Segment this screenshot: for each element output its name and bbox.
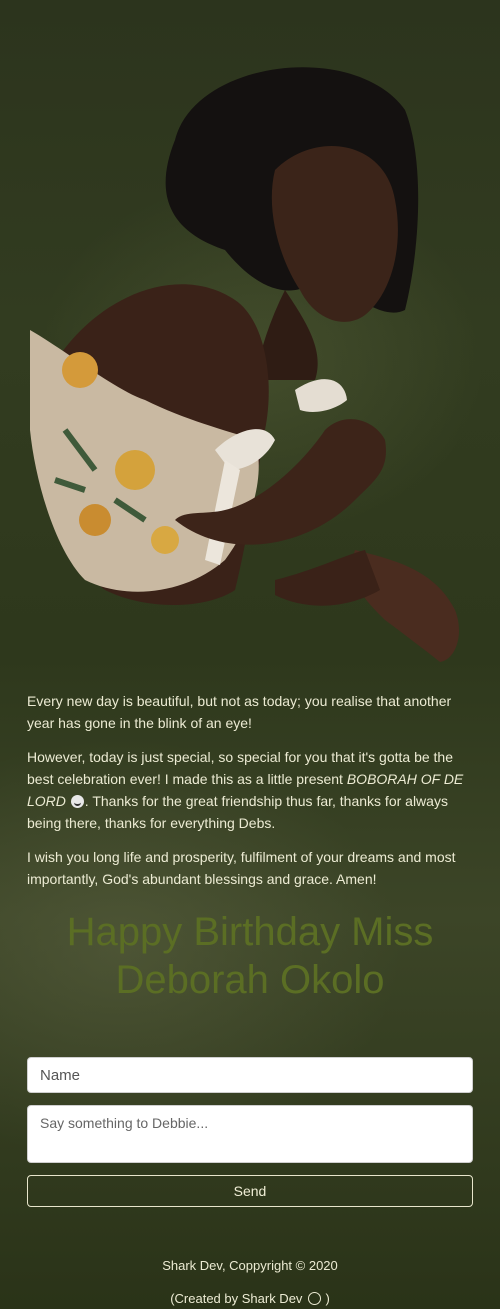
- whatsapp-icon[interactable]: [308, 1292, 322, 1305]
- message-textarea[interactable]: Say something to Debbie...: [27, 1105, 473, 1163]
- created-by-text: (Created by Shark Dev: [170, 1291, 303, 1306]
- message-paragraph-2: However, today is just special, so speci…: [27, 746, 473, 834]
- created-by: (Created by Shark Dev): [0, 1291, 500, 1306]
- message-paragraph-3: I wish you long life and prosperity, ful…: [27, 849, 456, 887]
- message-placeholder: Say something to Debbie...: [40, 1115, 209, 1131]
- birthday-message: Every new day is beautiful, but not as t…: [27, 690, 473, 902]
- created-by-close: ): [325, 1291, 330, 1306]
- name-input[interactable]: Name: [27, 1057, 473, 1093]
- message-paragraph-1: Every new day is beautiful, but not as t…: [27, 693, 452, 731]
- copyright-text: Shark Dev, Coppyright © 2020: [162, 1258, 338, 1273]
- send-button[interactable]: Send: [27, 1175, 473, 1207]
- name-placeholder: Name: [40, 1066, 81, 1084]
- smiling-face-icon: [70, 795, 84, 808]
- message-paragraph-2-end: . Thanks for the great friendship thus f…: [27, 793, 448, 831]
- portrait-photo: [30, 67, 460, 662]
- birthday-headline: Happy Birthday Miss Deborah Okolo: [66, 910, 434, 1002]
- message-form: Name Say something to Debbie... Send: [27, 1057, 473, 1207]
